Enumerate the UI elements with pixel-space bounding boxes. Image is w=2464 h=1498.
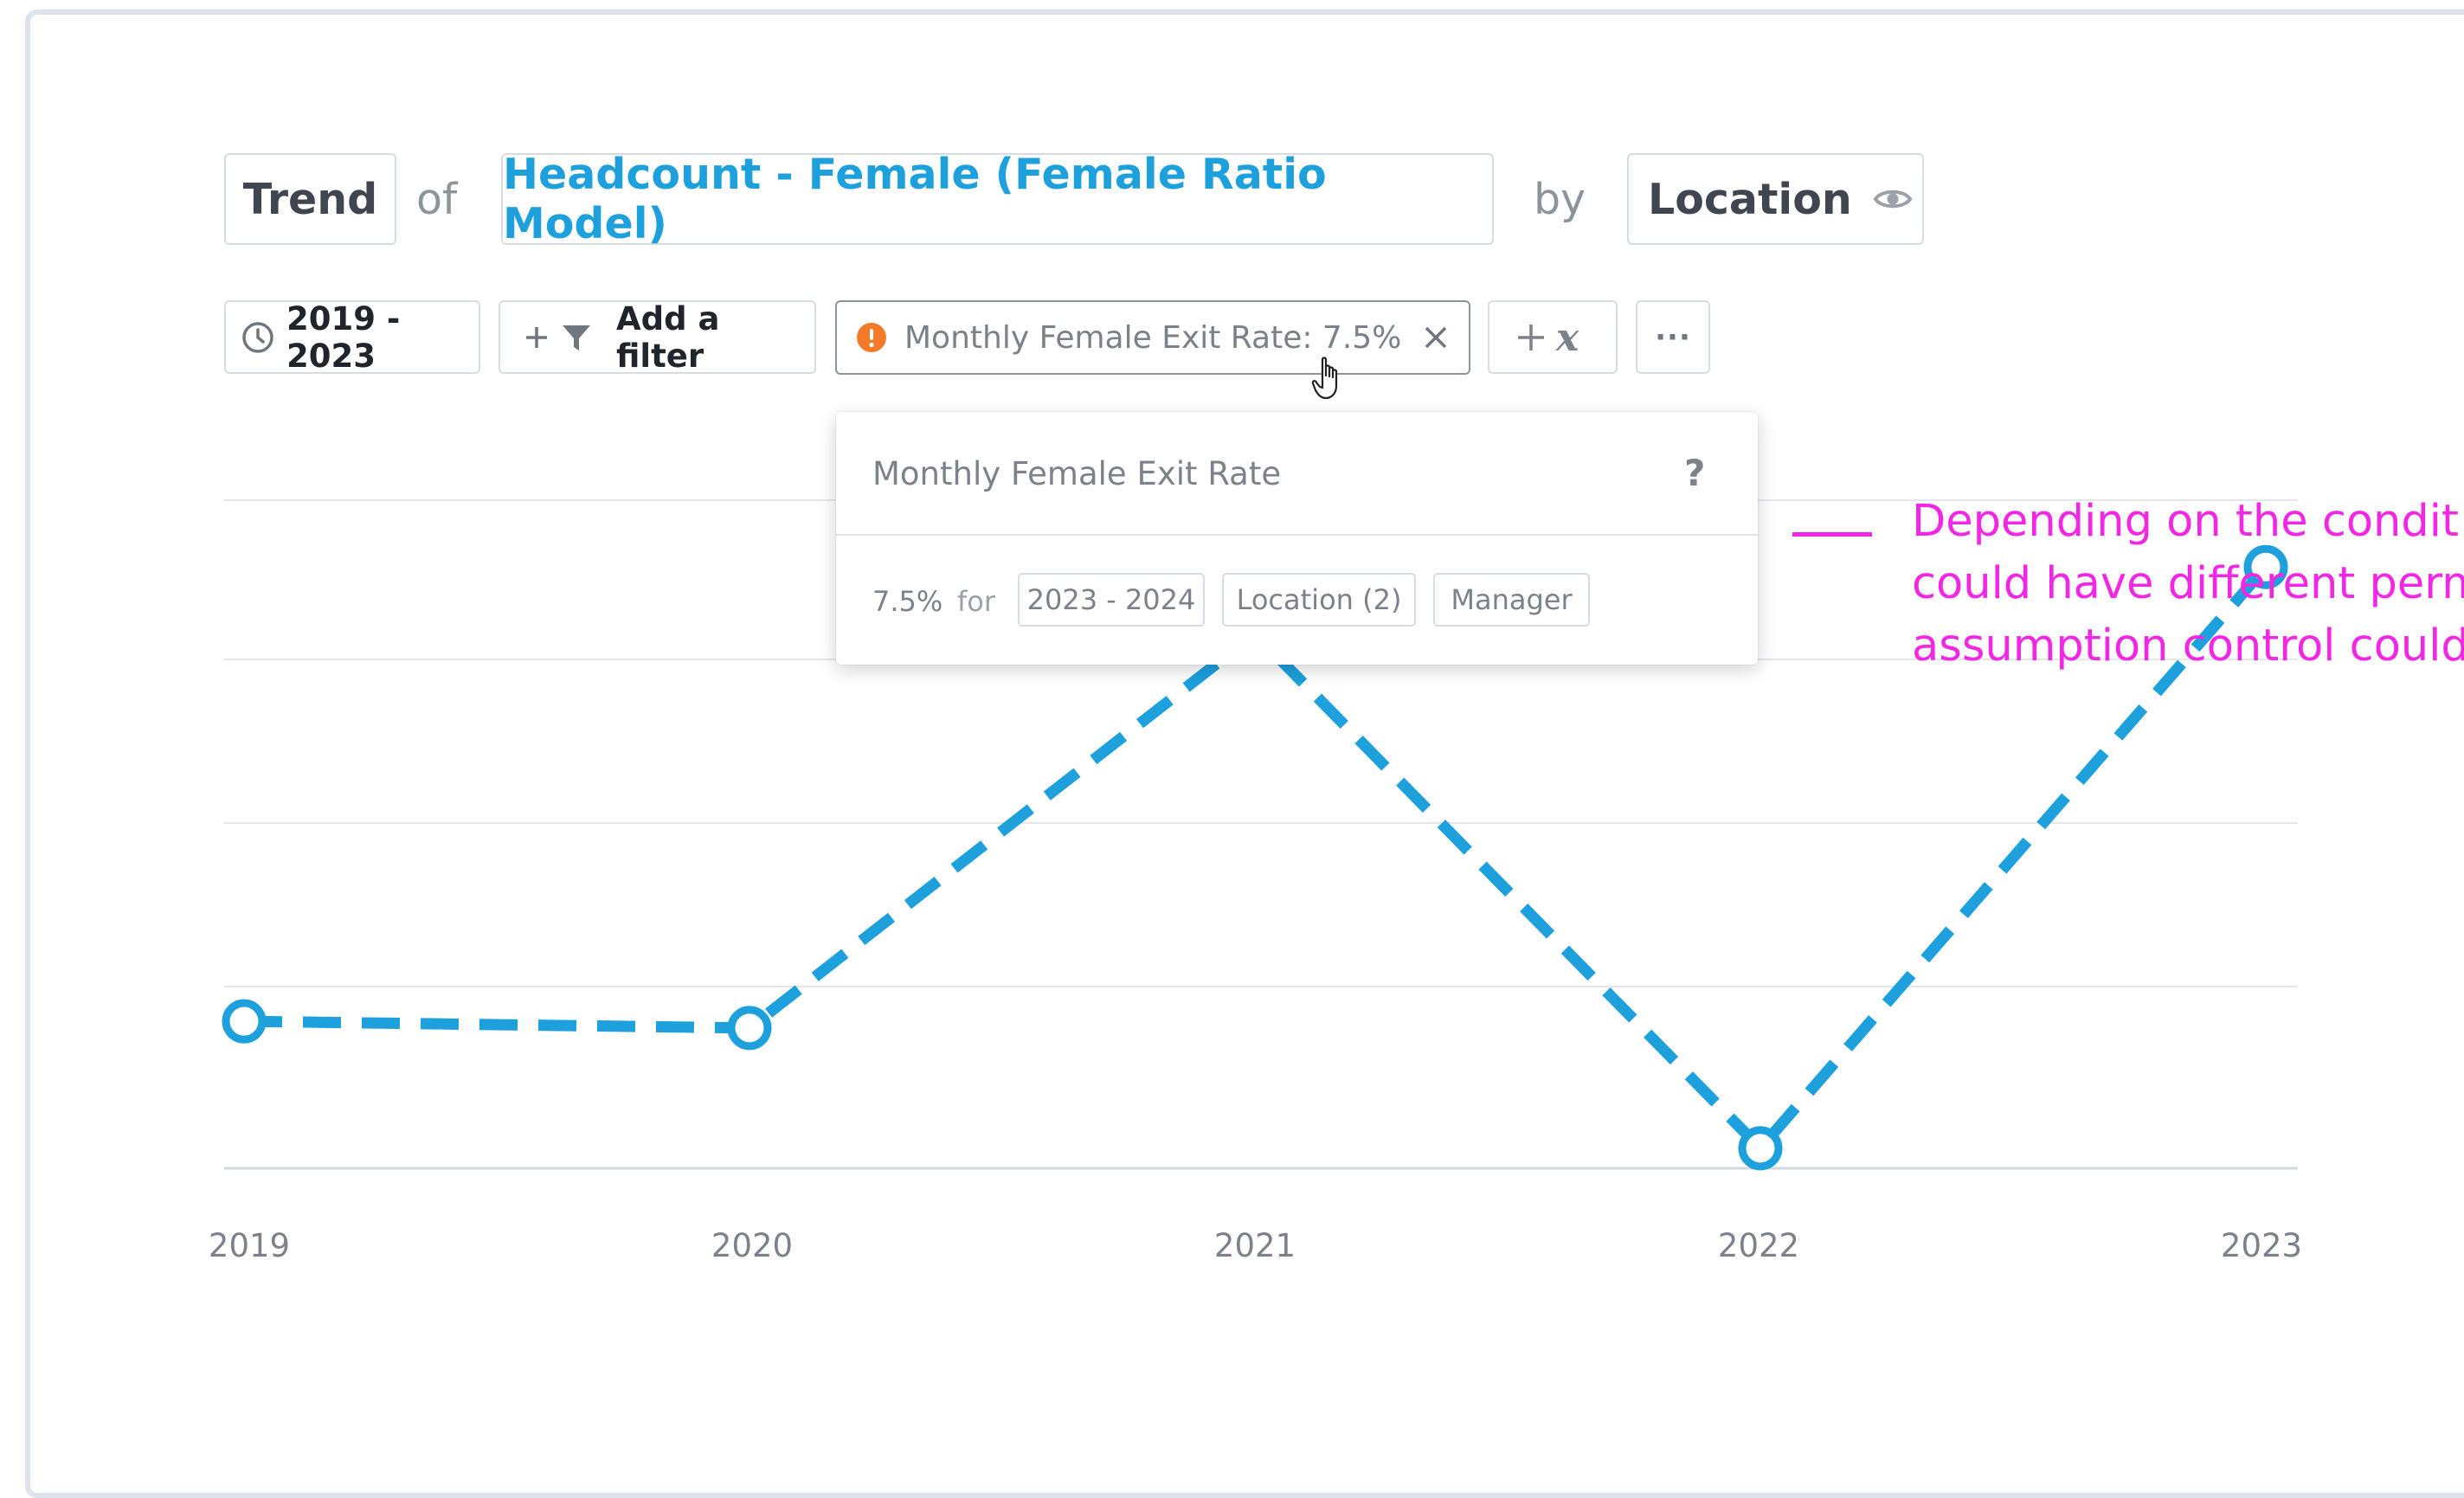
x-tick-label: 2019	[208, 1227, 291, 1264]
data-point[interactable]	[727, 1006, 772, 1051]
data-point[interactable]	[1738, 1126, 1783, 1171]
x-tick-label: 2022	[1717, 1227, 1800, 1264]
assumption-popover: Monthly Female Exit Rate ? 7.5% for 2023…	[836, 412, 1758, 665]
annotation-line: Depending on the condit	[1912, 496, 2459, 547]
period-tag[interactable]: 2023 - 2024	[1018, 573, 1205, 627]
help-icon[interactable]: ?	[1684, 452, 1705, 494]
annotation-line: could have different perm	[1912, 558, 2464, 609]
x-tick-label: 2023	[2220, 1227, 2303, 1264]
annotation-leader-line	[1792, 532, 1872, 537]
popover-value: 7.5%	[872, 585, 943, 618]
x-tick-label: 2020	[711, 1227, 794, 1264]
x-tick-label: 2021	[1213, 1227, 1296, 1264]
popover-title: Monthly Female Exit Rate	[872, 455, 1282, 492]
popover-divider	[836, 534, 1758, 536]
annotation-line: assumption control could	[1912, 620, 2464, 672]
annotation-text: Depending on the condit could have diffe…	[1912, 491, 2464, 678]
popover-for-label: for	[957, 585, 995, 618]
data-point[interactable]	[222, 999, 267, 1044]
location-tag[interactable]: Location (2)	[1222, 573, 1416, 627]
manager-tag[interactable]: Manager	[1433, 573, 1590, 627]
